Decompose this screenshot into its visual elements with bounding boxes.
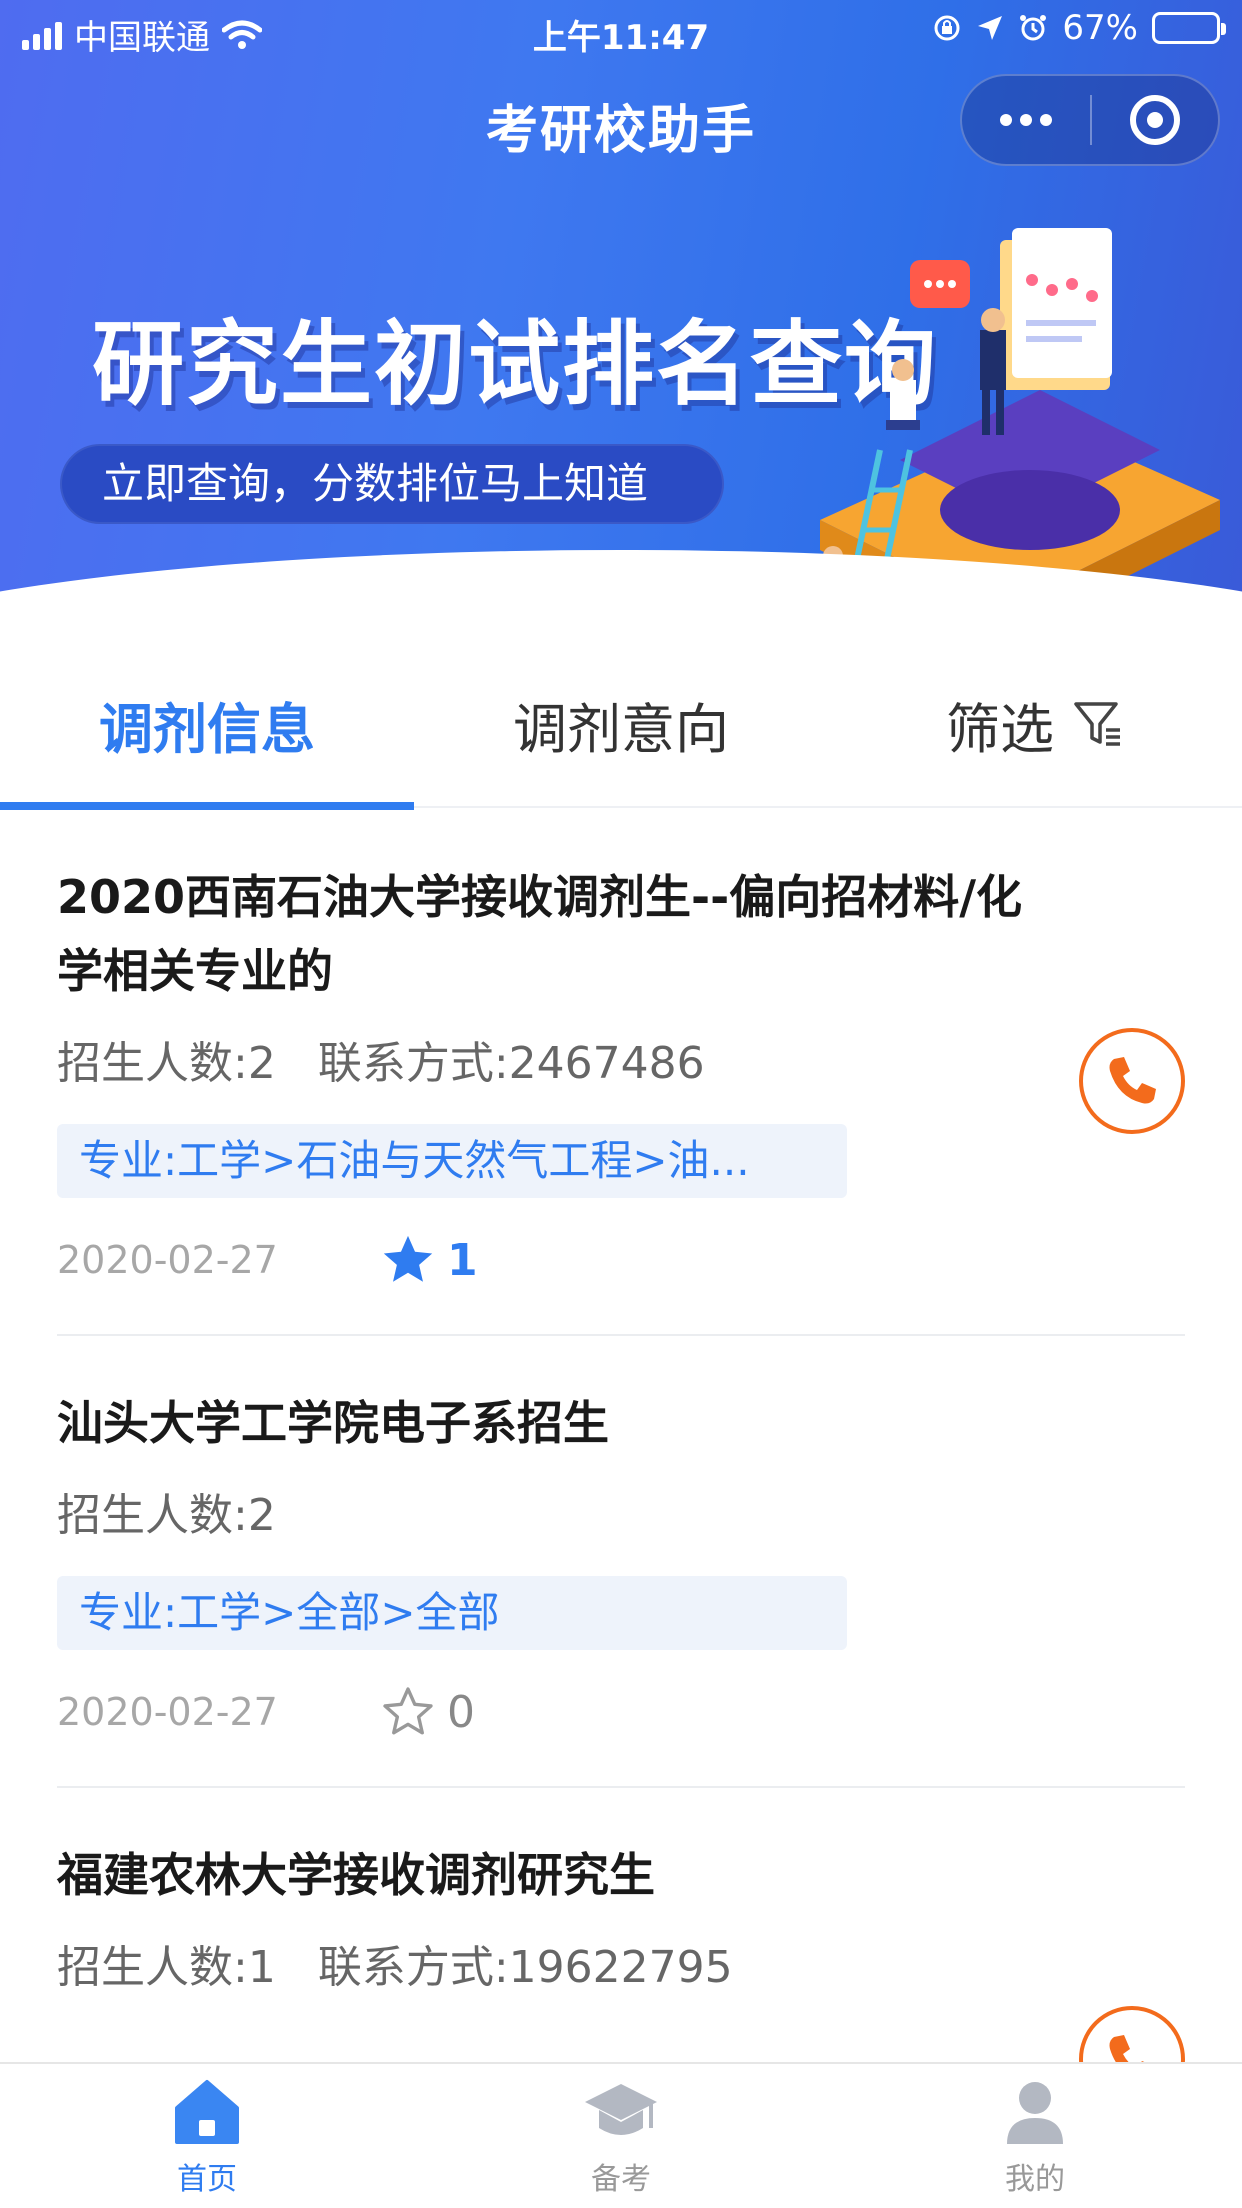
tab-label: 筛选 [946, 697, 1054, 761]
tabbar-home[interactable]: 首页 [0, 2064, 414, 2208]
listing-title: 汕头大学工学院电子系招生 [57, 1396, 609, 1450]
tabbar-label: 我的 [1005, 2162, 1065, 2197]
listing-meta: 招生人数:2 [57, 1486, 1185, 1546]
tabbar-label: 首页 [177, 2162, 237, 2197]
target-icon [1129, 95, 1180, 145]
listing-footer: 2020-02-27 1 [57, 1210, 1185, 1310]
listing-title: 福建农林大学接收调剂研究生 [57, 1848, 655, 1902]
listing-list: 2020西南石油大学接收调剂生--偏向招材料/化学相关专业的 招生人数:2 联系… [0, 810, 1242, 2062]
user-icon [1007, 2082, 1063, 2144]
tab-label: 调剂意向 [513, 697, 729, 761]
tabbar-label: 备考 [591, 2162, 651, 2197]
call-button[interactable] [1079, 2006, 1185, 2062]
contact-info: 联系方式:19622795 [317, 1942, 733, 1993]
favorite-count: 0 [447, 1686, 475, 1738]
list-item[interactable]: 2020西南石油大学接收调剂生--偏向招材料/化学相关专业的 招生人数:2 联系… [57, 810, 1185, 1336]
status-bar: 中国联通 上午11:47 67% [0, 0, 1242, 62]
phone-icon [1109, 1057, 1156, 1104]
list-item[interactable]: 汕头大学工学院电子系招生 招生人数:2 专业:工学>全部>全部 2020-02-… [57, 1336, 1185, 1788]
call-button[interactable] [1079, 1028, 1185, 1134]
favorite-button[interactable]: 1 [379, 1231, 478, 1289]
favorite-count: 1 [447, 1234, 478, 1286]
enrollment-count: 招生人数:2 [57, 1490, 276, 1541]
tab-label: 调剂信息 [99, 697, 315, 761]
home-icon [175, 2080, 239, 2144]
listing-title: 2020西南石油大学接收调剂生--偏向招材料/化学相关专业的 [57, 870, 1023, 998]
status-right: 67% [932, 8, 1226, 48]
tab-adjustment-intent[interactable]: 调剂意向 [414, 640, 828, 808]
major-tag: 专业:工学>全部>全部 [57, 1576, 847, 1650]
close-miniprogram-button[interactable] [1092, 74, 1218, 166]
contact-info: 联系方式:2467486 [317, 1038, 705, 1089]
major-tag: 专业:工学>石油与天然气工程>油... [57, 1124, 847, 1198]
tab-bar: 调剂信息 调剂意向 筛选 [0, 640, 1242, 810]
phone-icon [1109, 2035, 1145, 2062]
listing-meta: 招生人数:1 联系方式:19622795 [57, 1938, 1185, 1998]
listing-meta: 招生人数:2 联系方式:2467486 [57, 1034, 1185, 1094]
filter-icon [1074, 702, 1120, 746]
header-banner-area: 中国联通 上午11:47 67% 考研校助手 研究生初试排名查询 立即查询，分数… [0, 0, 1242, 660]
battery-icon [1152, 12, 1226, 44]
listing-footer: 2020-02-27 0 [57, 1662, 1185, 1762]
bottom-tab-bar: 首页 备考 我的 [0, 2062, 1242, 2208]
favorite-button[interactable]: 0 [379, 1683, 475, 1741]
location-arrow-icon [978, 16, 1003, 40]
alarm-icon [1020, 15, 1047, 41]
enrollment-count: 招生人数:2 [57, 1038, 276, 1089]
enrollment-count: 招生人数:1 [57, 1942, 276, 1993]
banner-query-button[interactable]: 立即查询，分数排位马上知道 [60, 444, 724, 524]
tab-filter[interactable]: 筛选 [828, 640, 1242, 808]
battery-percent: 67% [1062, 8, 1138, 48]
post-date: 2020-02-27 [57, 1238, 278, 1282]
tabbar-prepare[interactable]: 备考 [414, 2064, 828, 2208]
list-item[interactable]: 福建农林大学接收调剂研究生 招生人数:1 联系方式:19622795 [57, 1788, 1185, 2062]
tab-adjustment-info[interactable]: 调剂信息 [0, 640, 414, 810]
post-date: 2020-02-27 [57, 1690, 278, 1734]
star-outline-icon [383, 1687, 433, 1735]
orientation-lock-icon [934, 15, 960, 41]
more-button[interactable] [962, 74, 1090, 166]
star-filled-icon [383, 1235, 433, 1282]
graduation-cap-icon [585, 2084, 657, 2135]
more-dots-icon [1000, 114, 1052, 126]
tabbar-mine[interactable]: 我的 [828, 2064, 1242, 2208]
miniprogram-capsule [960, 74, 1220, 166]
